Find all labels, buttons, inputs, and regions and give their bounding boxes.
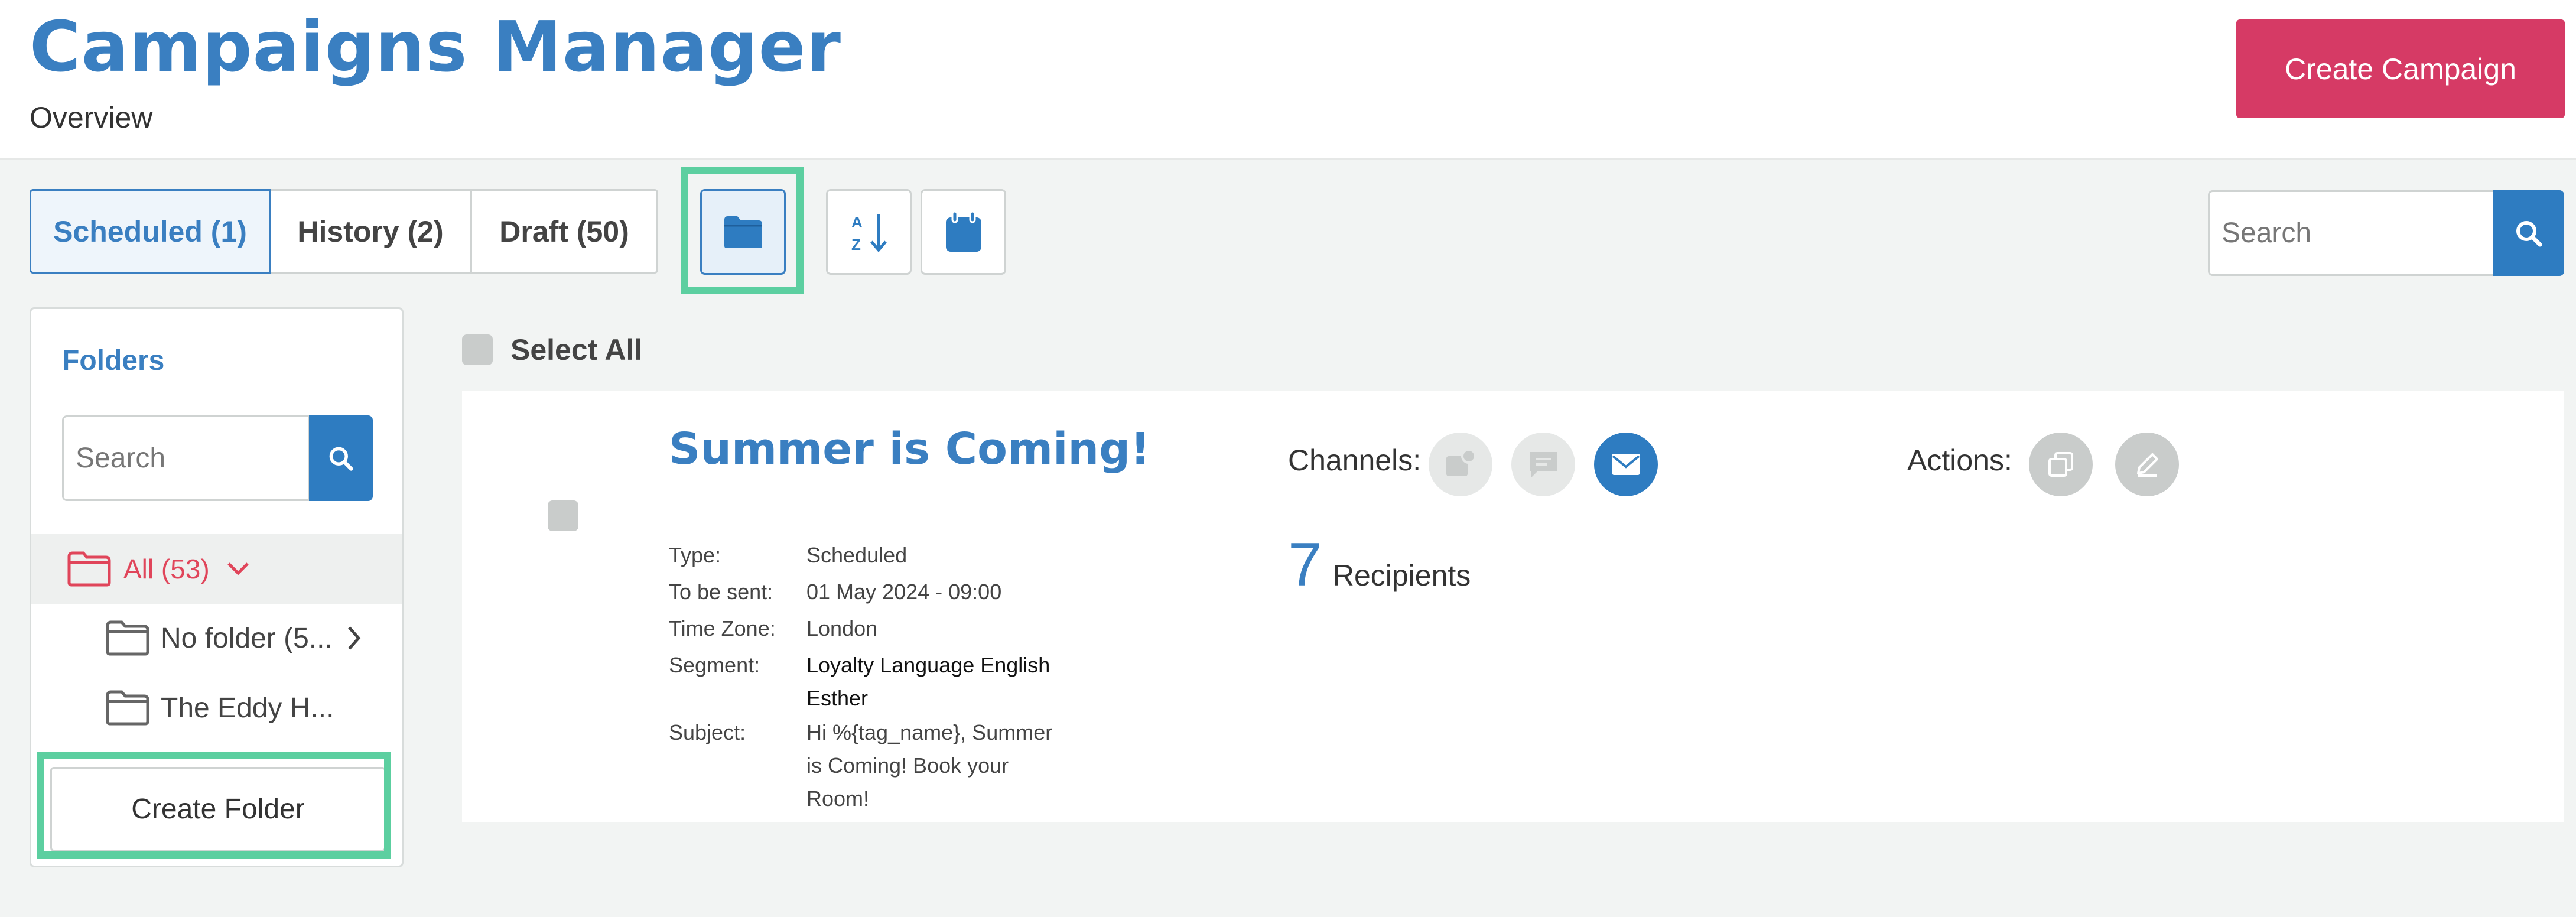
folder-label: All (53) (123, 554, 210, 584)
campaign-search-input[interactable] (2208, 190, 2494, 276)
svg-text:Z: Z (851, 236, 861, 253)
duplicate-button[interactable] (2029, 433, 2093, 496)
detail-value: Hi %{tag_name}, Summer is Coming! Book y… (806, 720, 1053, 811)
svg-text:A: A (851, 213, 863, 231)
recipients: 7 Recipients (1288, 530, 1471, 600)
folder-item-no-folder[interactable]: No folder (5... (105, 612, 362, 665)
folder-search-button[interactable] (309, 415, 373, 501)
page-header: Campaigns Manager Overview Create Campai… (0, 0, 2576, 160)
channel-push-icon (1429, 433, 1492, 496)
detail-key: Type: (669, 543, 721, 567)
campaign-checkbox[interactable] (548, 500, 578, 531)
chevron-right-icon[interactable] (347, 625, 362, 651)
channel-sms-icon (1511, 433, 1575, 496)
folder-label: No folder (5... (161, 622, 333, 654)
detail-key: Subject: (669, 720, 746, 744)
campaign-title[interactable]: Summer is Coming! (669, 424, 1150, 474)
detail-key: Time Zone: (669, 616, 776, 640)
sort-az-icon: A Z (851, 213, 887, 253)
actions-label: Actions: (1907, 444, 2012, 477)
select-all-label: Select All (510, 333, 643, 366)
folder-button-highlight (681, 167, 804, 294)
campaign-tabs: Scheduled (1) History (2) Draft (50) (30, 189, 658, 274)
channel-email-icon (1594, 433, 1658, 496)
detail-value: 01 May 2024 - 09:00 (806, 580, 1002, 604)
recipients-label: Recipients (1332, 559, 1471, 592)
page-subtitle: Overview (30, 101, 153, 134)
detail-value: London (806, 616, 878, 640)
detail-key: To be sent: (669, 580, 773, 604)
folder-item-all[interactable]: All (53) (31, 534, 402, 604)
folder-item-the-eddy[interactable]: The Eddy H... (105, 681, 334, 734)
sort-button[interactable]: A Z (826, 189, 912, 275)
folder-search-input[interactable] (62, 415, 310, 501)
create-folder-highlight (37, 752, 391, 859)
select-all[interactable]: Select All (462, 333, 642, 367)
detail-value: Scheduled (806, 543, 908, 567)
pencil-icon (2137, 453, 2158, 477)
calendar-button[interactable] (921, 189, 1006, 275)
tab-scheduled[interactable]: Scheduled (1) (30, 189, 271, 274)
tab-history[interactable]: History (2) (269, 189, 472, 274)
page-title: Campaigns Manager (30, 6, 841, 87)
detail-key: Segment: (669, 653, 760, 677)
campaign-card: Summer is Coming! Type: Scheduled To be … (462, 391, 2564, 822)
search-icon (2516, 220, 2542, 246)
channels-label: Channels: (1288, 444, 1422, 477)
campaign-search-button[interactable] (2493, 190, 2564, 276)
recipients-count: 7 (1288, 531, 1322, 599)
select-all-checkbox[interactable] (462, 334, 493, 365)
detail-value: Loyalty Language English Esther (806, 653, 1050, 710)
folder-label: The Eddy H... (161, 692, 334, 724)
create-campaign-button[interactable]: Create Campaign (2236, 19, 2565, 118)
folder-outline-icon (106, 620, 149, 656)
tab-draft[interactable]: Draft (50) (470, 189, 658, 274)
folder-outline-icon (67, 551, 111, 587)
chevron-down-icon[interactable] (226, 561, 250, 577)
folders-title: Folders (62, 345, 165, 376)
calendar-icon (945, 210, 981, 252)
search-icon (329, 447, 353, 471)
folder-outline-icon (106, 690, 149, 726)
duplicate-icon (2048, 452, 2073, 477)
edit-button[interactable] (2115, 433, 2179, 496)
